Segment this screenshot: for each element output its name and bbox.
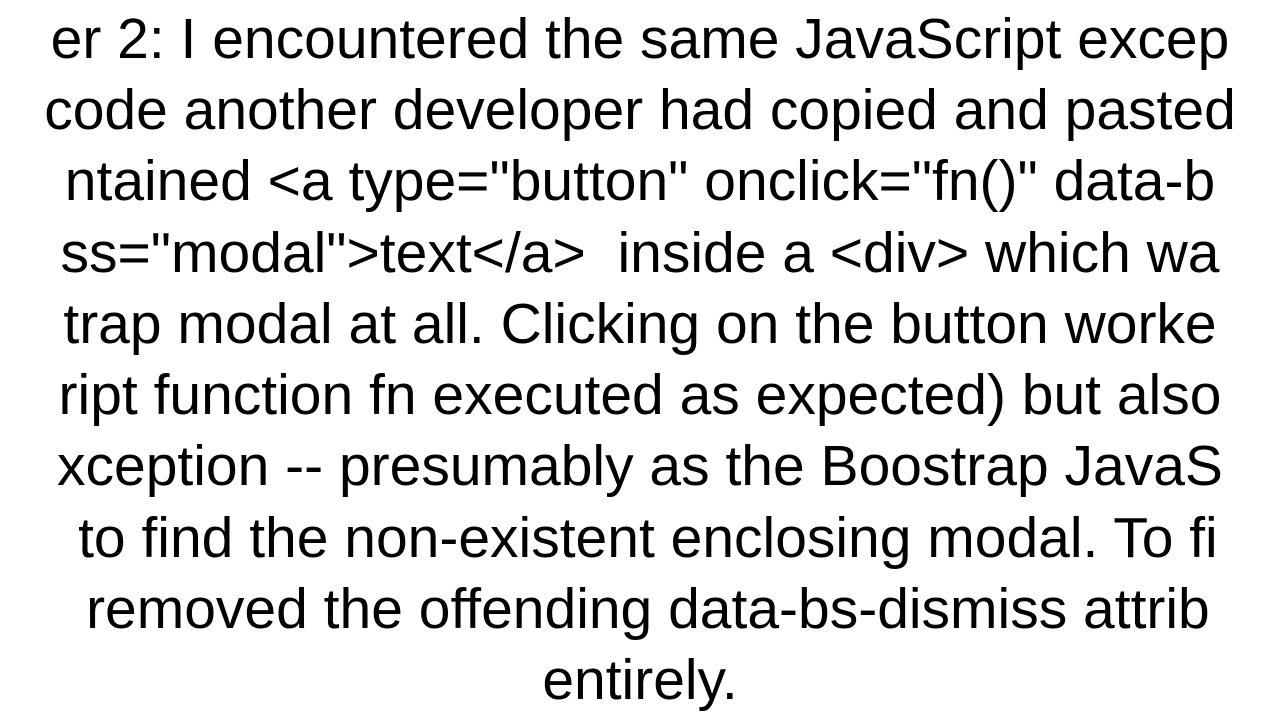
text-line-7: to find the non-existent enclosing modal… [0,503,1280,574]
text-line-1: code another developer had copied and pa… [0,75,1280,146]
text-line-3: ss="modal">text</a> inside a <div> which… [0,218,1280,289]
answer-text-fragment: er 2: I encountered the same JavaScript … [0,0,1280,720]
text-line-4: trap modal at all. Clicking on the butto… [0,289,1280,360]
text-line-6: xception -- presumably as the Boostrap J… [0,431,1280,502]
text-line-2: ntained <a type="button" onclick="fn()" … [0,146,1280,217]
text-line-9: entirely. [0,645,1280,716]
text-line-8: removed the offending data-bs-dismiss at… [0,574,1280,645]
text-line-5: ript function fn executed as expected) b… [0,360,1280,431]
text-line-0: er 2: I encountered the same JavaScript … [0,4,1280,75]
